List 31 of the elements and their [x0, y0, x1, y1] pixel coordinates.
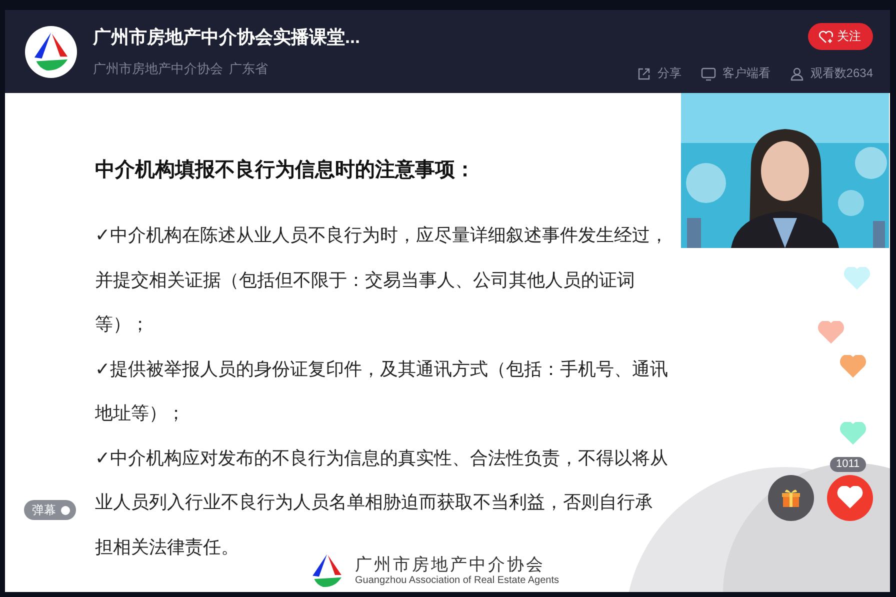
slide-heading: 中介机构填报不良行为信息时的注意事项： — [95, 158, 476, 183]
share-icon — [637, 66, 652, 80]
monitor-icon — [701, 66, 716, 80]
client-stat[interactable]: 客户端看 — [701, 65, 770, 82]
floating-heart-icon — [839, 422, 867, 446]
slide-text-line: ✓提供被举报人员的身份证复印件，及其通讯方式（包括：手机号、通讯 — [95, 358, 668, 380]
slide-text-line: 并提交相关证据（包括但不限于：交易当事人、公司其他人员的证词 — [95, 268, 635, 292]
like-count: 1011 — [830, 457, 866, 472]
follow-button[interactable]: 关注 — [808, 23, 873, 50]
slide-text-line: 等）； — [95, 313, 149, 336]
slide-text-line: 担相关法律责任。 — [95, 536, 239, 558]
viewers-stat: 观看数2634 — [790, 65, 873, 82]
floating-heart-icon — [817, 321, 845, 345]
stream-title: 广州市房地产中介协会实播课堂... — [93, 26, 362, 49]
danmaku-toggle[interactable]: 弹幕 — [24, 500, 76, 520]
slide-text-line: ✓中介机构在陈述从业人员不良行为时，应尽量详细叙述事件发生经过， — [95, 224, 668, 247]
slide-text-line: 业人员列入行业不良行为人员名单相胁迫而获取不当利益，否则自行承 — [95, 491, 653, 514]
heart-plus-icon — [818, 30, 834, 44]
association-name: 广州市房地产中介协会 — [355, 555, 546, 575]
gift-icon — [780, 487, 802, 509]
heart-icon — [837, 486, 863, 510]
channel-avatar[interactable] — [25, 26, 77, 78]
organizer-name[interactable]: 广州市房地产中介协会 — [93, 60, 223, 78]
association-english-name: Guangzhou Association of Real Estate Agents — [355, 575, 560, 587]
slide-text-line: ✓中介机构应对发布的不良行为信息的真实性、合法性负责，不得以将从 — [95, 446, 668, 470]
floating-heart-icon — [839, 355, 867, 379]
person-icon — [790, 66, 804, 80]
region-label: 广东省 — [229, 60, 268, 78]
floating-heart-icon — [843, 267, 871, 291]
share-stat[interactable]: 分享 — [637, 65, 682, 82]
slide-text-line: 地址等）； — [95, 402, 185, 425]
